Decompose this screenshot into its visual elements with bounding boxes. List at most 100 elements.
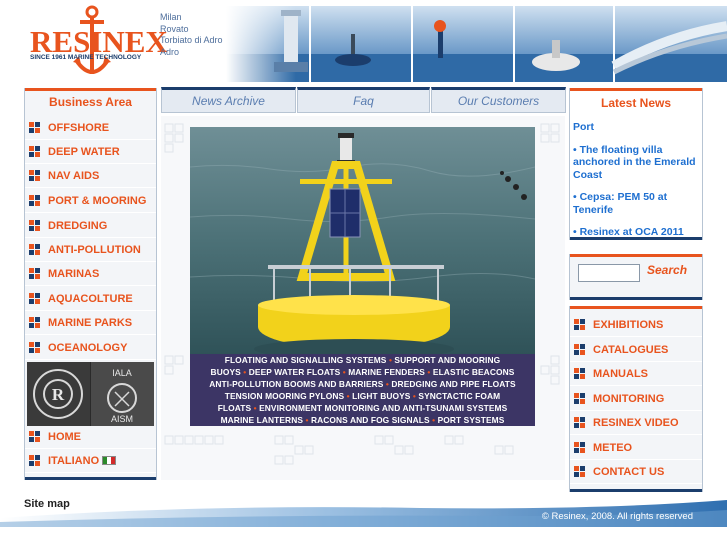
menu-item-oceanology[interactable]: OCEANOLOGY <box>25 336 156 360</box>
bullet-squares-icon <box>29 243 41 256</box>
menu-item-label: OFFSHORE <box>48 121 110 134</box>
tab-news-archive[interactable]: News Archive <box>161 87 296 113</box>
caption-item: BUOYS <box>210 366 241 377</box>
caption-item: FLOATS <box>217 402 252 413</box>
menu-item-marinas[interactable]: MARINAS <box>25 262 156 286</box>
link-manuals[interactable]: MANUALS <box>570 362 702 386</box>
menu-item-dredging[interactable]: DREDGING <box>25 214 156 238</box>
bullet-squares-icon <box>574 465 586 478</box>
tab-our-customers[interactable]: Our Customers <box>431 87 566 113</box>
caption-item: ELASTIC BEACONS <box>432 366 515 377</box>
menu-item-nav-aids[interactable]: NAV AIDS <box>25 164 156 188</box>
header-photo-strip <box>226 6 727 82</box>
menu-item-label: HOME <box>48 430 81 443</box>
logo-tagline: SINCE 1961 MARINE TECHNOLOGY <box>30 54 142 61</box>
panel-top-border <box>570 88 702 91</box>
menu-item-home[interactable]: HOME <box>25 425 156 449</box>
link-exhibitions[interactable]: EXHIBITIONS <box>570 313 702 337</box>
link-label: METEO <box>593 441 633 454</box>
caption-line-2: BUOYS • DEEP WATER FLOATS • MARINE FENDE… <box>210 366 515 377</box>
caption-item: PORT SYSTEMS <box>437 414 505 425</box>
bullet-squares-icon <box>574 416 586 429</box>
menu-item-marine-parks[interactable]: MARINE PARKS <box>25 311 156 335</box>
sitemap-link[interactable]: Site map <box>24 498 70 510</box>
menu-item-anti-pollution[interactable]: ANTI-POLLUTION <box>25 238 156 262</box>
menu-item-label: MARINAS <box>48 267 100 280</box>
link-meteo[interactable]: METEO <box>570 436 702 460</box>
caption-item: TENSION MOORING PYLONS <box>224 390 345 401</box>
menu-item-label: ITALIANO <box>48 454 100 467</box>
latest-news-title: Latest News <box>600 96 672 110</box>
menu-item-label: MARINE PARKS <box>48 316 133 329</box>
caption-item: DEEP WATER FLOATS <box>248 366 341 377</box>
menu-item-offshore[interactable]: OFFSHORE <box>25 116 156 140</box>
caption-line-4: TENSION MOORING PYLONS • LIGHT BUOYS • S… <box>224 390 501 401</box>
bullet-squares-icon <box>29 341 41 354</box>
search-button[interactable]: Search <box>647 263 687 277</box>
bullet-squares-icon <box>29 194 41 207</box>
city-adro: Adro <box>160 46 180 57</box>
bullet-squares-icon <box>29 292 41 305</box>
city-list: Milan Rovato Torbiato di Adro Adro <box>160 12 223 58</box>
latest-news-panel: Latest News Port • The floating villa an… <box>569 88 703 240</box>
link-label: MANUALS <box>593 367 648 380</box>
link-label: RESINEX VIDEO <box>593 416 679 429</box>
iala-label: IALA <box>112 368 132 378</box>
link-label: CATALOGUES <box>593 343 669 356</box>
bullet-squares-icon <box>29 169 41 182</box>
menu-item-deep-water[interactable]: DEEP WATER <box>25 140 156 164</box>
link-label: EXHIBITIONS <box>593 318 664 331</box>
resinex-logo[interactable]: RESINEX SINCE 1961 MARINE TECHNOLOGY <box>26 4 168 82</box>
caption-item: MARINE FENDERS <box>348 366 425 377</box>
news-item[interactable]: • Cepsa: PEM 50 at Tenerife <box>573 191 701 216</box>
top-tabs: News Archive Faq Our Customers <box>161 87 566 113</box>
panel-top-border <box>570 254 702 257</box>
link-catalogues[interactable]: CATALOGUES <box>570 338 702 362</box>
bullet-squares-icon <box>29 121 41 134</box>
panel-bottom-border <box>570 297 702 300</box>
caption-item: ENVIRONMENT MONITORING AND ANTI-TSUNAMI … <box>259 402 508 413</box>
link-label: MONITORING <box>593 392 665 405</box>
menu-item-italiano[interactable]: ITALIANO <box>25 449 156 473</box>
panel-bottom-border <box>25 477 156 480</box>
menu-item-label: DREDGING <box>48 219 108 232</box>
caption-line-5: FLOATS • ENVIRONMENT MONITORING AND ANTI… <box>217 402 508 413</box>
link-resinex-video[interactable]: RESINEX VIDEO <box>570 411 702 435</box>
menu-item-port-mooring[interactable]: PORT & MOORING <box>25 189 156 213</box>
news-item[interactable]: • The floating villa anchored in the Eme… <box>573 144 701 182</box>
bullet-squares-icon <box>574 392 586 405</box>
panel-bottom-border <box>570 237 702 240</box>
search-panel: Search <box>569 254 703 300</box>
bullet-squares-icon <box>574 318 586 331</box>
caption-item: RACONS AND FOG SIGNALS <box>310 414 430 425</box>
menu-item-aquacolture[interactable]: AQUACOLTURE <box>25 287 156 311</box>
bullet-squares-icon <box>29 454 41 467</box>
link-monitoring[interactable]: MONITORING <box>570 387 702 411</box>
bullet-squares-icon <box>574 367 586 380</box>
caption-item: DREDGING AND PIPE FLOATS <box>391 378 516 389</box>
caption-item: SYNCTACTIC FOAM <box>418 390 501 401</box>
caption-item: SUPPORT AND MOORING <box>394 355 501 365</box>
caption-line-3: ANTI-POLLUTION BOOMS AND BARRIERS • DRED… <box>209 378 516 389</box>
news-item[interactable]: Port <box>573 121 701 134</box>
copyright-text: © Resinex, 2008. All rights reserved <box>541 511 693 522</box>
caption-item: MARINE LANTERNS <box>220 414 304 425</box>
tab-faq[interactable]: Faq <box>297 87 430 113</box>
bullet-squares-icon <box>574 441 586 454</box>
caption-item: FLOATING AND SIGNALLING SYSTEMS <box>224 355 387 365</box>
link-contact-us[interactable]: CONTACT US <box>570 460 702 484</box>
bullet-squares-icon <box>29 430 41 443</box>
quick-links-panel: EXHIBITIONS CATALOGUES MANUALS MONITORIN… <box>569 306 703 492</box>
svg-text:R: R <box>52 385 65 404</box>
bullet-squares-icon <box>574 343 586 356</box>
bullet-squares-icon <box>29 316 41 329</box>
caption-item: LIGHT BUOYS <box>352 390 411 401</box>
search-input[interactable] <box>578 264 640 282</box>
bullet-squares-icon <box>29 145 41 158</box>
city-milan: Milan <box>160 12 182 22</box>
caption-line-6: MARINE LANTERNS • RACONS AND FOG SIGNALS… <box>220 414 505 425</box>
business-area-title: Business Area <box>49 95 132 109</box>
city-torbiato: Torbiato di Adro <box>160 35 223 45</box>
news-item[interactable]: • Resinex at OCA 2011 <box>573 226 701 235</box>
panel-top-border <box>25 88 156 91</box>
